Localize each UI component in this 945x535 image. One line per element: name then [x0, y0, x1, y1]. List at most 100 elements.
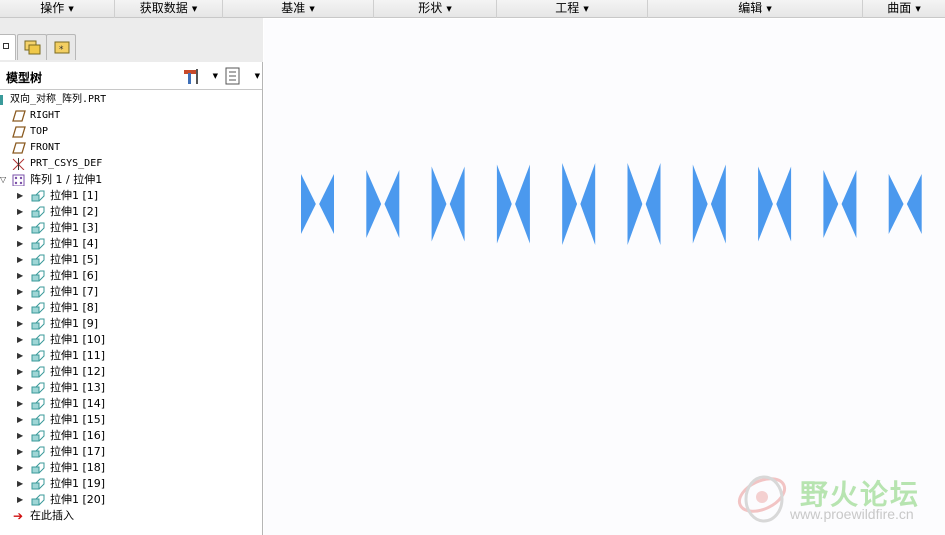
- bowtie-right-triangle: [906, 174, 922, 234]
- bowtie-instance[interactable]: [823, 170, 857, 238]
- tree-item-extrude[interactable]: ▶ 拉伸1 [7]: [0, 284, 262, 300]
- tree-item-datum[interactable]: PRT_CSYS_DEF: [0, 156, 262, 172]
- tree-label: 拉伸1 [17]: [50, 445, 106, 458]
- tree-label: 拉伸1 [3]: [50, 221, 99, 234]
- chevron-down-icon: ▼: [212, 72, 218, 80]
- tree-label: 拉伸1 [7]: [50, 285, 99, 298]
- tree-item-extrude[interactable]: ▶ 拉伸1 [16]: [0, 428, 262, 444]
- chevron-down-icon: ▼: [68, 5, 74, 13]
- tree-item-extrude[interactable]: ▶ 拉伸1 [3]: [0, 220, 262, 236]
- tree-item-extrude[interactable]: ▶ 拉伸1 [11]: [0, 348, 262, 364]
- bowtie-instance[interactable]: [496, 164, 530, 244]
- tree-item-extrude[interactable]: ▶ 拉伸1 [2]: [0, 204, 262, 220]
- tree-item-extrude[interactable]: ▶ 拉伸1 [15]: [0, 412, 262, 428]
- tree-label: 拉伸1 [15]: [50, 413, 106, 426]
- tree-item-extrude[interactable]: ▶ 拉伸1 [6]: [0, 268, 262, 284]
- tree-label: RIGHT: [30, 110, 61, 121]
- tree-item-extrude[interactable]: ▶ 拉伸1 [14]: [0, 396, 262, 412]
- expand-right-icon[interactable]: ▶: [17, 348, 23, 364]
- bowtie-instance[interactable]: [692, 164, 726, 244]
- bowtie-instance[interactable]: [562, 163, 596, 245]
- expand-right-icon[interactable]: ▶: [17, 284, 23, 300]
- menu-engineering[interactable]: 工程 ▼: [497, 0, 648, 18]
- bowtie-left-triangle: [888, 174, 904, 234]
- bowtie-instance[interactable]: [888, 174, 922, 234]
- tree-item-extrude[interactable]: ▶ 拉伸1 [9]: [0, 316, 262, 332]
- bowtie-instance[interactable]: [366, 170, 400, 238]
- tree-item-pattern[interactable]: ▽ 阵列 1 / 拉伸1: [0, 172, 262, 188]
- menu-label: 基准: [281, 1, 306, 15]
- graphics-window[interactable]: 野火论坛 www.proewildfire.cn: [264, 19, 945, 535]
- extrude-feature-icon: [31, 382, 45, 394]
- part-icon: [0, 95, 3, 105]
- tree-label: 拉伸1 [2]: [50, 205, 99, 218]
- tab-model-tree[interactable]: [0, 34, 16, 60]
- tree-item-extrude[interactable]: ▶ 拉伸1 [10]: [0, 332, 262, 348]
- expand-right-icon[interactable]: ▶: [17, 252, 23, 268]
- bowtie-right-triangle: [449, 166, 465, 242]
- expand-right-icon[interactable]: ▶: [17, 428, 23, 444]
- tree-item-datum[interactable]: RIGHT: [0, 108, 262, 124]
- bowtie-right-triangle: [515, 164, 530, 244]
- tab-favorites[interactable]: *: [46, 34, 76, 60]
- bowtie-instance[interactable]: [627, 163, 661, 245]
- menu-editing[interactable]: 编辑 ▼: [648, 0, 863, 18]
- bowtie-instance[interactable]: [301, 174, 334, 234]
- model-view: [301, 163, 922, 245]
- menu-operations[interactable]: 操作 ▼: [0, 0, 115, 18]
- expand-right-icon[interactable]: ▶: [17, 220, 23, 236]
- expand-right-icon[interactable]: ▶: [17, 380, 23, 396]
- tree-root[interactable]: 双向_对称_阵列.PRT: [0, 92, 262, 108]
- tree-insert-here[interactable]: ➔ 在此插入: [0, 508, 262, 524]
- tree-item-extrude[interactable]: ▶ 拉伸1 [8]: [0, 300, 262, 316]
- tree-label: 拉伸1 [16]: [50, 429, 106, 442]
- expand-right-icon[interactable]: ▶: [17, 460, 23, 476]
- expand-right-icon[interactable]: ▶: [17, 188, 23, 204]
- tree-item-extrude[interactable]: ▶ 拉伸1 [13]: [0, 380, 262, 396]
- tree-show-button[interactable]: ▼: [224, 67, 260, 85]
- tab-folder-browser[interactable]: [17, 34, 47, 60]
- expand-right-icon[interactable]: ▶: [17, 412, 23, 428]
- menu-get-data[interactable]: 获取数据 ▼: [115, 0, 223, 18]
- tree-item-extrude[interactable]: ▶ 拉伸1 [19]: [0, 476, 262, 492]
- tree-item-extrude[interactable]: ▶ 拉伸1 [5]: [0, 252, 262, 268]
- watermark-url: www.proewildfire.cn: [790, 506, 914, 522]
- menu-label: 形状: [418, 1, 443, 15]
- datum-plane-icon: [12, 110, 26, 122]
- expand-right-icon[interactable]: ▶: [17, 300, 23, 316]
- expand-right-icon[interactable]: ▶: [17, 236, 23, 252]
- tree-item-extrude[interactable]: ▶ 拉伸1 [20]: [0, 492, 262, 508]
- expand-right-icon[interactable]: ▶: [17, 364, 23, 380]
- menu-datum[interactable]: 基准 ▼: [223, 0, 374, 18]
- expand-right-icon[interactable]: ▶: [17, 492, 23, 508]
- expand-right-icon[interactable]: ▶: [17, 396, 23, 412]
- tree-item-extrude[interactable]: ▶ 拉伸1 [17]: [0, 444, 262, 460]
- bowtie-instance[interactable]: [758, 166, 792, 242]
- extrude-feature-icon: [31, 494, 45, 506]
- bowtie-left-triangle: [692, 164, 708, 244]
- tree-item-extrude[interactable]: ▶ 拉伸1 [12]: [0, 364, 262, 380]
- tree-item-datum[interactable]: TOP: [0, 124, 262, 140]
- tree-item-extrude[interactable]: ▶ 拉伸1 [4]: [0, 236, 262, 252]
- tree-settings-button[interactable]: ▼: [182, 67, 218, 85]
- tree-item-datum[interactable]: FRONT: [0, 140, 262, 156]
- chevron-down-icon: ▼: [446, 5, 452, 13]
- bowtie-instance[interactable]: [431, 166, 465, 242]
- tree-label: 拉伸1 [19]: [50, 477, 106, 490]
- expand-right-icon[interactable]: ▶: [17, 332, 23, 348]
- extrude-feature-icon: [31, 446, 45, 458]
- expand-right-icon[interactable]: ▶: [17, 444, 23, 460]
- bowtie-right-triangle: [580, 163, 596, 245]
- menu-shapes[interactable]: 形状 ▼: [374, 0, 497, 18]
- bowtie-right-triangle: [841, 170, 857, 238]
- expand-right-icon[interactable]: ▶: [17, 204, 23, 220]
- bowtie-left-triangle: [366, 170, 382, 238]
- tree-label: FRONT: [30, 142, 61, 153]
- bowtie-left-triangle: [562, 163, 578, 245]
- menu-surfaces[interactable]: 曲面 ▼: [863, 0, 945, 18]
- expand-right-icon[interactable]: ▶: [17, 316, 23, 332]
- tree-item-extrude[interactable]: ▶ 拉伸1 [1]: [0, 188, 262, 204]
- expand-right-icon[interactable]: ▶: [17, 268, 23, 284]
- expand-right-icon[interactable]: ▶: [17, 476, 23, 492]
- tree-item-extrude[interactable]: ▶ 拉伸1 [18]: [0, 460, 262, 476]
